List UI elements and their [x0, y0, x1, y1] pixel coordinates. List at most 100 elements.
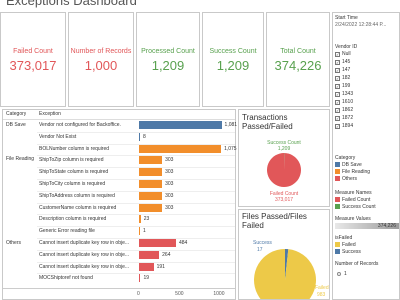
row-divider	[37, 179, 235, 180]
category-legend-label: Category	[335, 155, 356, 161]
vendor-checkbox-item[interactable]: ✓ 1872	[335, 115, 353, 121]
kpi-card-total-count: Total Count 374,226	[266, 12, 330, 107]
exception-label: Cannot insert duplicate key row in obje.…	[39, 251, 130, 258]
filter-sidebar: Start Time 2/24/2022 12:28:44 P... Vendo…	[332, 12, 400, 300]
kpi-value: 1,000	[84, 58, 118, 73]
checkbox-icon[interactable]: ✓	[335, 68, 340, 73]
legend-item: File Reading	[335, 169, 370, 175]
pie1-title: Transactions Passed/Failed	[242, 113, 293, 131]
row-divider	[37, 249, 235, 251]
kpi-card-processed-count: Processed Count 1,209	[136, 12, 200, 107]
measure-values-label: Measure Values	[335, 216, 371, 222]
kpi-label: Total Count	[280, 48, 316, 55]
transactions-pie-panel: Transactions Passed/Failed Success Count…	[238, 109, 330, 207]
checkbox-icon[interactable]: ✓	[335, 124, 340, 129]
vendor-checkbox-item[interactable]: ✓ 199	[335, 83, 350, 89]
exception-label: BOLNumber column is required	[39, 145, 110, 152]
checkbox-icon[interactable]: ✓	[335, 52, 340, 57]
row-divider	[37, 167, 235, 169]
pie-slice	[254, 249, 316, 299]
legend-swatch	[335, 176, 340, 181]
exception-label: MOCShiptoref not found	[39, 275, 93, 282]
dashboard-title: Exceptions Dashboard	[6, 0, 137, 8]
vendor-checkbox-item[interactable]: ✓ 182	[335, 75, 350, 81]
legend-label: Success Count	[342, 204, 376, 210]
vendor-checkbox-item[interactable]: ✓ 1862	[335, 107, 353, 113]
measure-values-max: 374,226	[377, 223, 396, 229]
axis-tick-label: 0	[137, 291, 140, 297]
vendor-checkbox-item[interactable]: ✓ 1894	[335, 123, 353, 129]
vendor-label: 1610	[342, 99, 354, 105]
row-divider	[37, 190, 235, 192]
vendor-label: 1862	[342, 107, 354, 113]
bar-value-label: 1,081	[224, 122, 238, 128]
kpi-label: Processed Count	[141, 48, 195, 55]
exception-label: Generic Error reading file	[39, 228, 95, 235]
exception-label: Vendor Not Exist	[39, 133, 77, 140]
pie2-title: Files Passed/Files Failed	[242, 212, 307, 230]
checkbox-icon[interactable]: ✓	[335, 100, 340, 105]
bar-value-label: 484	[178, 240, 188, 246]
bar	[139, 250, 160, 259]
bar-value-label: 303	[165, 181, 174, 187]
axis-tick-label: 1000	[213, 291, 225, 297]
category-label: File Reading	[6, 155, 35, 162]
checkbox-icon[interactable]: ✓	[335, 60, 340, 65]
row-divider	[37, 214, 235, 216]
vendor-checkbox-item[interactable]: ✓ 1343	[335, 91, 353, 97]
checkbox-icon[interactable]: ✓	[335, 76, 340, 81]
category-label: DB Save	[6, 122, 26, 128]
checkbox-icon[interactable]: ✓	[335, 84, 340, 89]
measure-names-label: Measure Names	[335, 190, 372, 196]
vendor-label: 199	[342, 83, 351, 89]
legend-label: File Reading	[342, 169, 371, 175]
vendor-checkbox-item[interactable]: ✓ Null	[335, 51, 351, 57]
start-time-field[interactable]: 2/24/2022 12:28:44 P...	[335, 22, 399, 28]
bar-value-label: 19	[143, 275, 149, 282]
pie-slice	[267, 153, 301, 187]
row-divider	[37, 238, 235, 239]
row-divider	[37, 202, 235, 204]
vendor-checkbox-item[interactable]: ✓ 145	[335, 59, 350, 65]
pie2-failed-value: 983	[317, 292, 326, 298]
vendor-checkbox-item[interactable]: ✓ 1610	[335, 99, 353, 105]
legend-swatch	[335, 197, 340, 202]
kpi-label: Failed Count	[13, 48, 53, 55]
number-of-records-label: Number of Records	[335, 261, 379, 267]
bar-value-label: 303	[165, 157, 174, 164]
bar	[139, 180, 163, 188]
vendor-filter-label: Vendor ID	[335, 44, 358, 50]
bar	[139, 191, 163, 200]
kpi-card-success-count: Success Count 1,209	[202, 12, 264, 107]
exception-label: Cannot insert duplicate key row in obje.…	[39, 240, 130, 246]
pie1-failed-value: 373,017	[274, 197, 294, 203]
exception-label: Vendor not configured for Backoffice.	[39, 122, 121, 128]
bar-value-label: 1	[143, 228, 146, 235]
exception-label: ShipToState column is required	[39, 169, 109, 176]
bar	[139, 144, 222, 153]
bar	[139, 121, 222, 129]
legend-swatch	[335, 242, 340, 247]
vendor-checkbox-item[interactable]: ✓ 147	[335, 67, 350, 73]
legend-item: Failed	[335, 242, 356, 248]
bar-value-label: 264	[162, 251, 171, 258]
bar-value-label: 303	[165, 192, 174, 199]
vendor-label: 1872	[342, 115, 354, 121]
records-size-circle	[337, 272, 341, 276]
checkbox-icon[interactable]: ✓	[335, 116, 340, 121]
bar-value-label: 23	[143, 216, 150, 223]
exception-label: Description column is required	[39, 216, 107, 223]
records-min: 1	[344, 271, 347, 277]
legend-label: Others	[342, 176, 358, 182]
legend-swatch	[335, 169, 340, 174]
checkbox-icon[interactable]: ✓	[335, 92, 340, 97]
header-divider	[3, 119, 235, 120]
kpi-value: 374,226	[274, 58, 322, 73]
legend-item: Success	[335, 249, 361, 255]
legend-item: Failed Count	[335, 197, 370, 203]
kpi-value: 1,209	[216, 58, 250, 73]
pie2-failed-label: Failed	[315, 285, 329, 291]
checkbox-icon[interactable]: ✓	[335, 108, 340, 113]
bar	[139, 239, 176, 247]
legend-item: Others	[335, 176, 357, 182]
